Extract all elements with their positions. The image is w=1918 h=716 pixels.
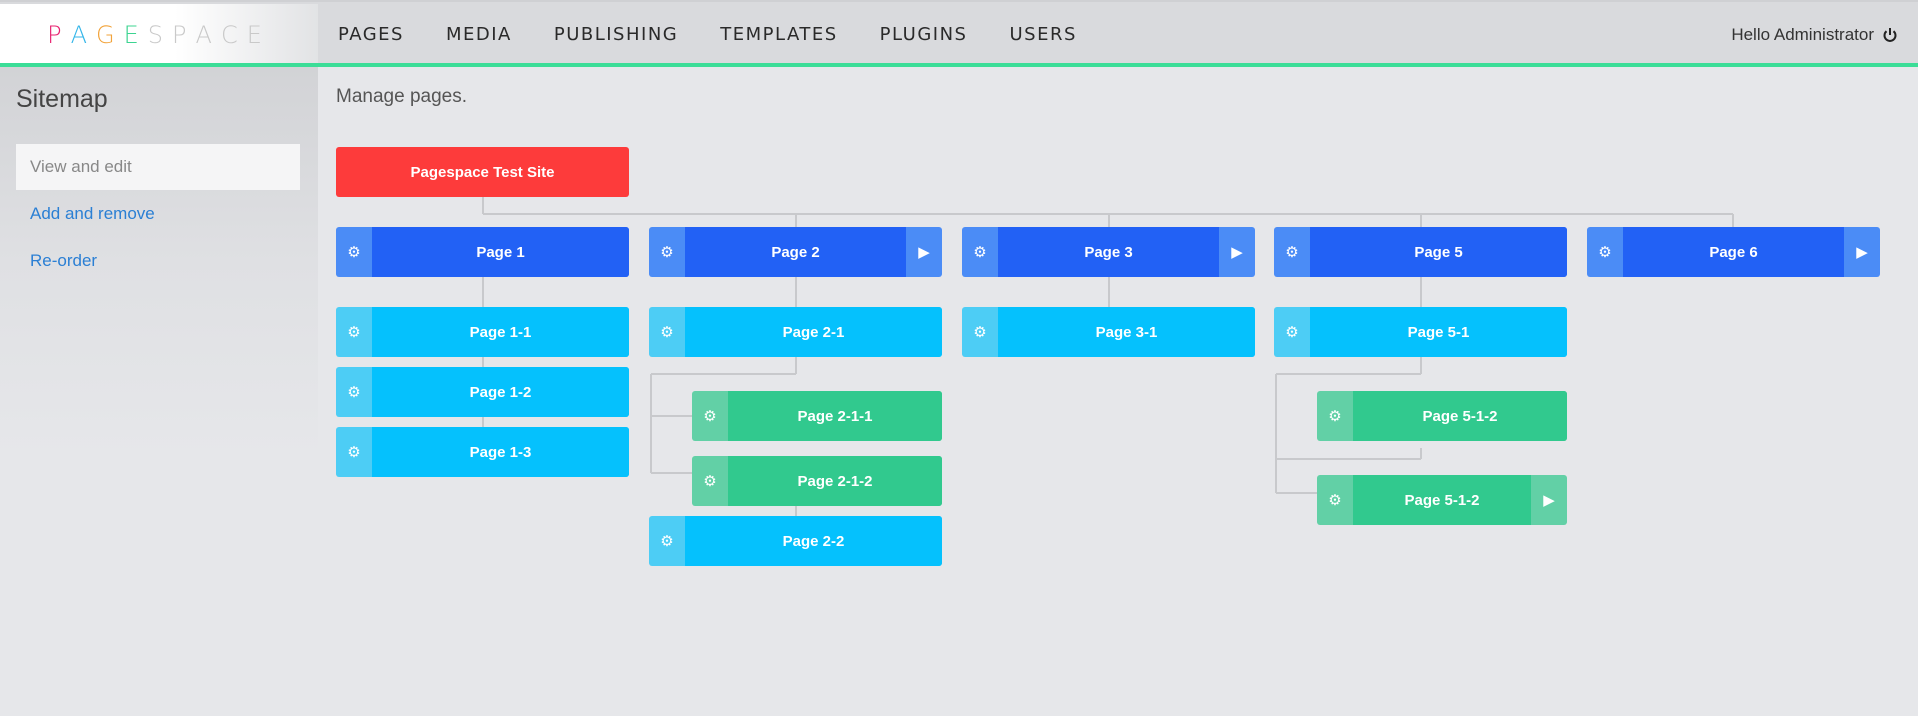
sidebar-item-view-and-edit[interactable]: View and edit: [16, 144, 300, 190]
gear-icon[interactable]: ⚙: [692, 456, 728, 506]
page-label[interactable]: Page 5-1: [1310, 307, 1567, 357]
page-node: ⚙ Page 1-1: [336, 307, 629, 357]
user-greeting: Hello Administrator: [1731, 24, 1874, 44]
gear-icon[interactable]: ⚙: [962, 307, 998, 357]
gear-icon[interactable]: ⚙: [336, 307, 372, 357]
gear-icon[interactable]: ⚙: [962, 227, 998, 277]
page-node: ⚙ Page 2-1-1: [692, 391, 942, 441]
page-label[interactable]: Page 5: [1310, 227, 1567, 277]
top-bar: PAGESPACE PAGES MEDIA PUBLISHING TEMPLAT…: [0, 0, 1918, 67]
gear-icon[interactable]: ⚙: [649, 227, 685, 277]
main-nav: PAGES MEDIA PUBLISHING TEMPLATES PLUGINS…: [338, 4, 1119, 65]
gear-icon[interactable]: ⚙: [1587, 227, 1623, 277]
page-label[interactable]: Page 3: [998, 227, 1219, 277]
expand-arrow-icon[interactable]: ▶: [1844, 227, 1880, 277]
page-label[interactable]: Page 5-1-2: [1353, 475, 1531, 525]
page-node: ⚙ Page 1-3: [336, 427, 629, 477]
nav-users[interactable]: USERS: [1009, 24, 1076, 45]
page-node: ⚙ Page 2-1: [649, 307, 942, 357]
page-node: ⚙ Page 1-2: [336, 367, 629, 417]
gear-icon[interactable]: ⚙: [336, 227, 372, 277]
logo-letter: P: [172, 20, 196, 49]
page-label[interactable]: Page 1-1: [372, 307, 629, 357]
logo-letter: E: [246, 20, 271, 49]
gear-icon[interactable]: ⚙: [692, 391, 728, 441]
logo-letter: C: [220, 20, 247, 49]
page-node: ⚙ Page 2-2: [649, 516, 942, 566]
logo-letter: E: [123, 20, 148, 49]
logo-text: PAGESPACE: [47, 21, 271, 49]
pagespace-logo[interactable]: PAGESPACE: [0, 4, 318, 65]
page-label[interactable]: Page 1-3: [372, 427, 629, 477]
page-label[interactable]: Page 2-1: [685, 307, 942, 357]
power-icon[interactable]: [1882, 27, 1898, 43]
sidebar-item-add-and-remove[interactable]: Add and remove: [16, 191, 300, 237]
logo-letter: A: [70, 20, 97, 49]
gear-icon[interactable]: ⚙: [336, 427, 372, 477]
page-node: ⚙ Page 3-1: [962, 307, 1255, 357]
page-label[interactable]: Page 3-1: [998, 307, 1255, 357]
user-menu: Hello Administrator: [1731, 4, 1898, 65]
page-label[interactable]: Page 2-1-2: [728, 456, 942, 506]
page-label[interactable]: Page 1: [372, 227, 629, 277]
page-node: ⚙ Page 5: [1274, 227, 1567, 277]
gear-icon[interactable]: ⚙: [1317, 391, 1353, 441]
nav-media[interactable]: MEDIA: [446, 24, 512, 45]
sidebar-item-re-order[interactable]: Re-order: [16, 238, 300, 284]
gear-icon[interactable]: ⚙: [1274, 307, 1310, 357]
gear-icon[interactable]: ⚙: [1274, 227, 1310, 277]
page-label[interactable]: Page 2-1-1: [728, 391, 942, 441]
logo-letter: A: [195, 20, 221, 49]
logo-letter: S: [147, 20, 173, 49]
page-label[interactable]: Page 2-2: [685, 516, 942, 566]
page-node: ⚙ Page 5-1-2 ▶: [1317, 475, 1567, 525]
page-title: Manage pages.: [336, 86, 467, 107]
expand-arrow-icon[interactable]: ▶: [1219, 227, 1255, 277]
page-label[interactable]: Page 2: [685, 227, 906, 277]
page-node: ⚙ Page 3 ▶: [962, 227, 1255, 277]
page-node: ⚙ Page 6 ▶: [1587, 227, 1880, 277]
expand-arrow-icon[interactable]: ▶: [906, 227, 942, 277]
gear-icon[interactable]: ⚙: [649, 516, 685, 566]
sitemap-root[interactable]: Pagespace Test Site: [336, 147, 629, 197]
logo-letter: G: [96, 20, 124, 49]
expand-arrow-icon[interactable]: ▶: [1531, 475, 1567, 525]
nav-pages[interactable]: PAGES: [338, 24, 404, 45]
nav-plugins[interactable]: PLUGINS: [880, 24, 968, 45]
page-node: ⚙ Page 1: [336, 227, 629, 277]
page-node: ⚙ Page 2 ▶: [649, 227, 942, 277]
gear-icon[interactable]: ⚙: [336, 367, 372, 417]
page-node: ⚙ Page 5-1-2: [1317, 391, 1567, 441]
page-node: ⚙ Page 5-1: [1274, 307, 1567, 357]
page-label[interactable]: Page 6: [1623, 227, 1844, 277]
nav-publishing[interactable]: PUBLISHING: [554, 24, 678, 45]
gear-icon[interactable]: ⚙: [1317, 475, 1353, 525]
gear-icon[interactable]: ⚙: [649, 307, 685, 357]
sidebar: Sitemap View and edit Add and remove Re-…: [0, 67, 318, 716]
page-node: ⚙ Page 2-1-2: [692, 456, 942, 506]
logo-letter: P: [47, 20, 71, 49]
nav-templates[interactable]: TEMPLATES: [720, 24, 837, 45]
page-label[interactable]: Page 5-1-2: [1353, 391, 1567, 441]
page-label[interactable]: Page 1-2: [372, 367, 629, 417]
sidebar-title: Sitemap: [16, 85, 108, 113]
